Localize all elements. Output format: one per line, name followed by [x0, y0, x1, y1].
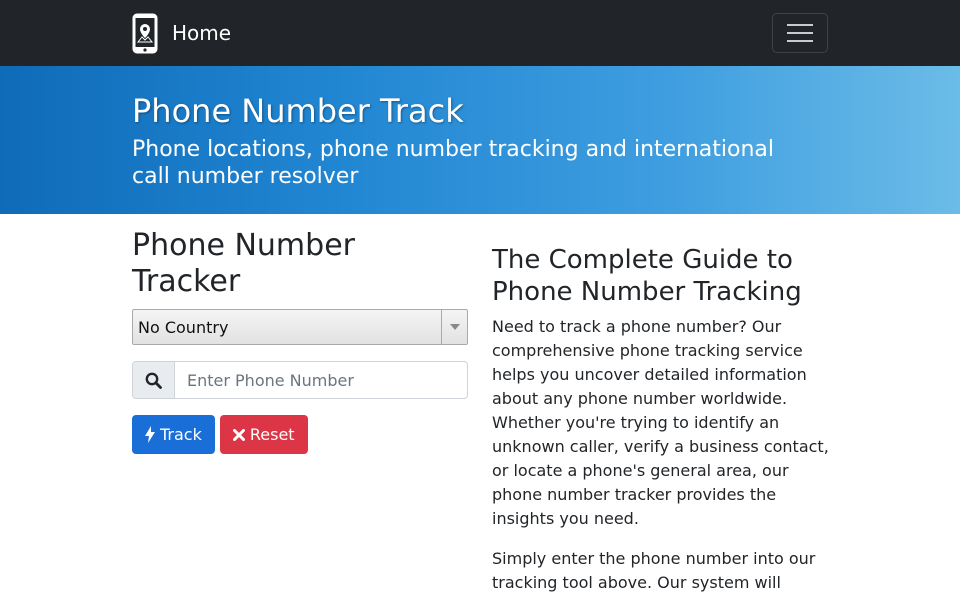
- reset-button[interactable]: Reset: [219, 415, 308, 454]
- lightning-bolt-icon: [145, 426, 155, 443]
- navbar-toggler-button[interactable]: [772, 13, 828, 53]
- hero-title: Phone Number Track: [132, 92, 464, 130]
- phone-input-group: [132, 361, 468, 399]
- country-select[interactable]: No Country: [132, 309, 468, 345]
- action-buttons: Track Reset: [132, 415, 468, 454]
- hero-subtitle: Phone locations, phone number tracking a…: [132, 137, 774, 189]
- reset-button-label: Reset: [249, 425, 295, 444]
- guide-section: The Complete Guide to Phone Number Track…: [492, 244, 832, 595]
- brand-link[interactable]: Home: [132, 12, 231, 54]
- brand-text: Home: [172, 21, 232, 45]
- search-icon: [132, 361, 174, 399]
- phone-location-icon: [132, 13, 158, 53]
- guide-title: The Complete Guide to Phone Number Track…: [492, 245, 802, 307]
- guide-paragraph: Simply enter the phone number into our t…: [492, 549, 816, 592]
- track-button-label: Track: [160, 425, 202, 444]
- tracker-title: Phone Number Tracker: [132, 228, 355, 299]
- country-select-value: No Country: [138, 317, 229, 337]
- close-icon: [232, 428, 245, 441]
- navbar: Home: [0, 0, 960, 66]
- tracker-panel: Phone Number Tracker No Country Track: [132, 228, 468, 454]
- hero-banner: Phone Number Track Phone locations, phon…: [0, 66, 960, 214]
- chevron-down-icon: [441, 310, 467, 344]
- guide-paragraph: Need to track a phone number? Our compre…: [492, 317, 829, 528]
- phone-number-input[interactable]: [174, 361, 468, 399]
- hamburger-menu-icon: [787, 24, 813, 42]
- track-button[interactable]: Track: [132, 415, 215, 454]
